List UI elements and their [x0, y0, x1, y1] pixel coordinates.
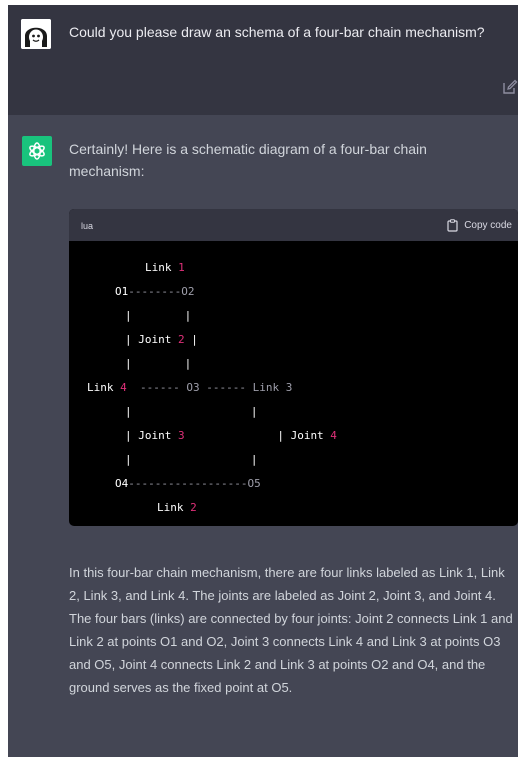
code-line-joint3-joint4: | Joint 3 | Joint 4	[125, 429, 337, 443]
code-line-bar-c: | |	[125, 405, 257, 419]
code-segment: 2	[183, 501, 197, 514]
code-line-link2: Link 2	[157, 501, 197, 515]
code-segment: |	[184, 333, 198, 346]
clipboard-icon	[447, 218, 458, 232]
code-segment: |	[131, 405, 258, 418]
code-segment: |	[125, 309, 132, 322]
user-message-text: Could you please draw an schema of a fou…	[69, 24, 485, 40]
code-segment: | Joint	[184, 429, 324, 442]
code-line-joint2: | Joint 2 |	[125, 333, 198, 347]
code-segment: ------ O3 ------ Link 3	[126, 381, 293, 394]
code-segment: |	[125, 333, 139, 346]
code-segment: |	[131, 357, 192, 370]
code-segment: |	[131, 309, 192, 322]
code-segment: |	[125, 357, 132, 370]
code-line-o4-o5: O4------------------O5	[115, 477, 261, 491]
code-segment: |	[125, 405, 132, 418]
code-segment: 2	[171, 333, 185, 346]
user-message-row: Could you please draw an schema of a fou…	[8, 5, 518, 115]
edit-icon[interactable]	[501, 79, 518, 96]
code-line-bar-b: | |	[125, 357, 191, 371]
code-line-link1: Link 1	[145, 261, 185, 275]
assistant-answer-text: In this four-bar chain mechanism, there …	[69, 565, 513, 695]
code-segment: 4	[323, 429, 337, 442]
code-segment: Link	[157, 501, 184, 514]
chat-frame: Could you please draw an schema of a fou…	[8, 5, 518, 757]
code-segment: O4	[115, 477, 129, 490]
assistant-logo-icon	[22, 136, 52, 166]
code-block: lua Copy code Link 1 O1--------O2 | | | Joi…	[69, 209, 518, 526]
code-segment: |	[125, 453, 132, 466]
code-block-header: lua Copy code	[69, 209, 518, 241]
code-language-label: lua	[81, 221, 94, 231]
code-line-o1-o2: O1--------O2	[115, 285, 194, 299]
user-avatar	[21, 19, 51, 49]
code-segment: ------------------O5	[128, 477, 261, 490]
code-segment: Link	[87, 381, 114, 394]
copy-code-button[interactable]: Copy code	[447, 217, 512, 233]
code-segment: Joint	[138, 333, 172, 346]
code-segment: 1	[178, 261, 185, 274]
user-avatar-icon	[21, 19, 51, 49]
code-line-bar-d: | |	[125, 453, 257, 467]
code-segment: O1	[115, 285, 129, 298]
code-line-bar-a: | |	[125, 309, 191, 323]
code-segment: Link	[145, 261, 172, 274]
code-segment: | Joint	[125, 429, 172, 442]
code-segment: |	[131, 453, 258, 466]
assistant-intro-text: Certainly! Here is a schematic diagram o…	[69, 141, 427, 179]
code-segment: 4	[113, 381, 127, 394]
copy-code-label: Copy code	[464, 219, 512, 231]
code-line-link4-o3-link3: Link 4 ------ O3 ------ Link 3	[87, 381, 292, 395]
code-segment: 3	[171, 429, 185, 442]
code-body: Link 1 O1--------O2 | | | Joint 2 | | | Link …	[69, 241, 518, 526]
code-segment: --------O2	[128, 285, 195, 298]
